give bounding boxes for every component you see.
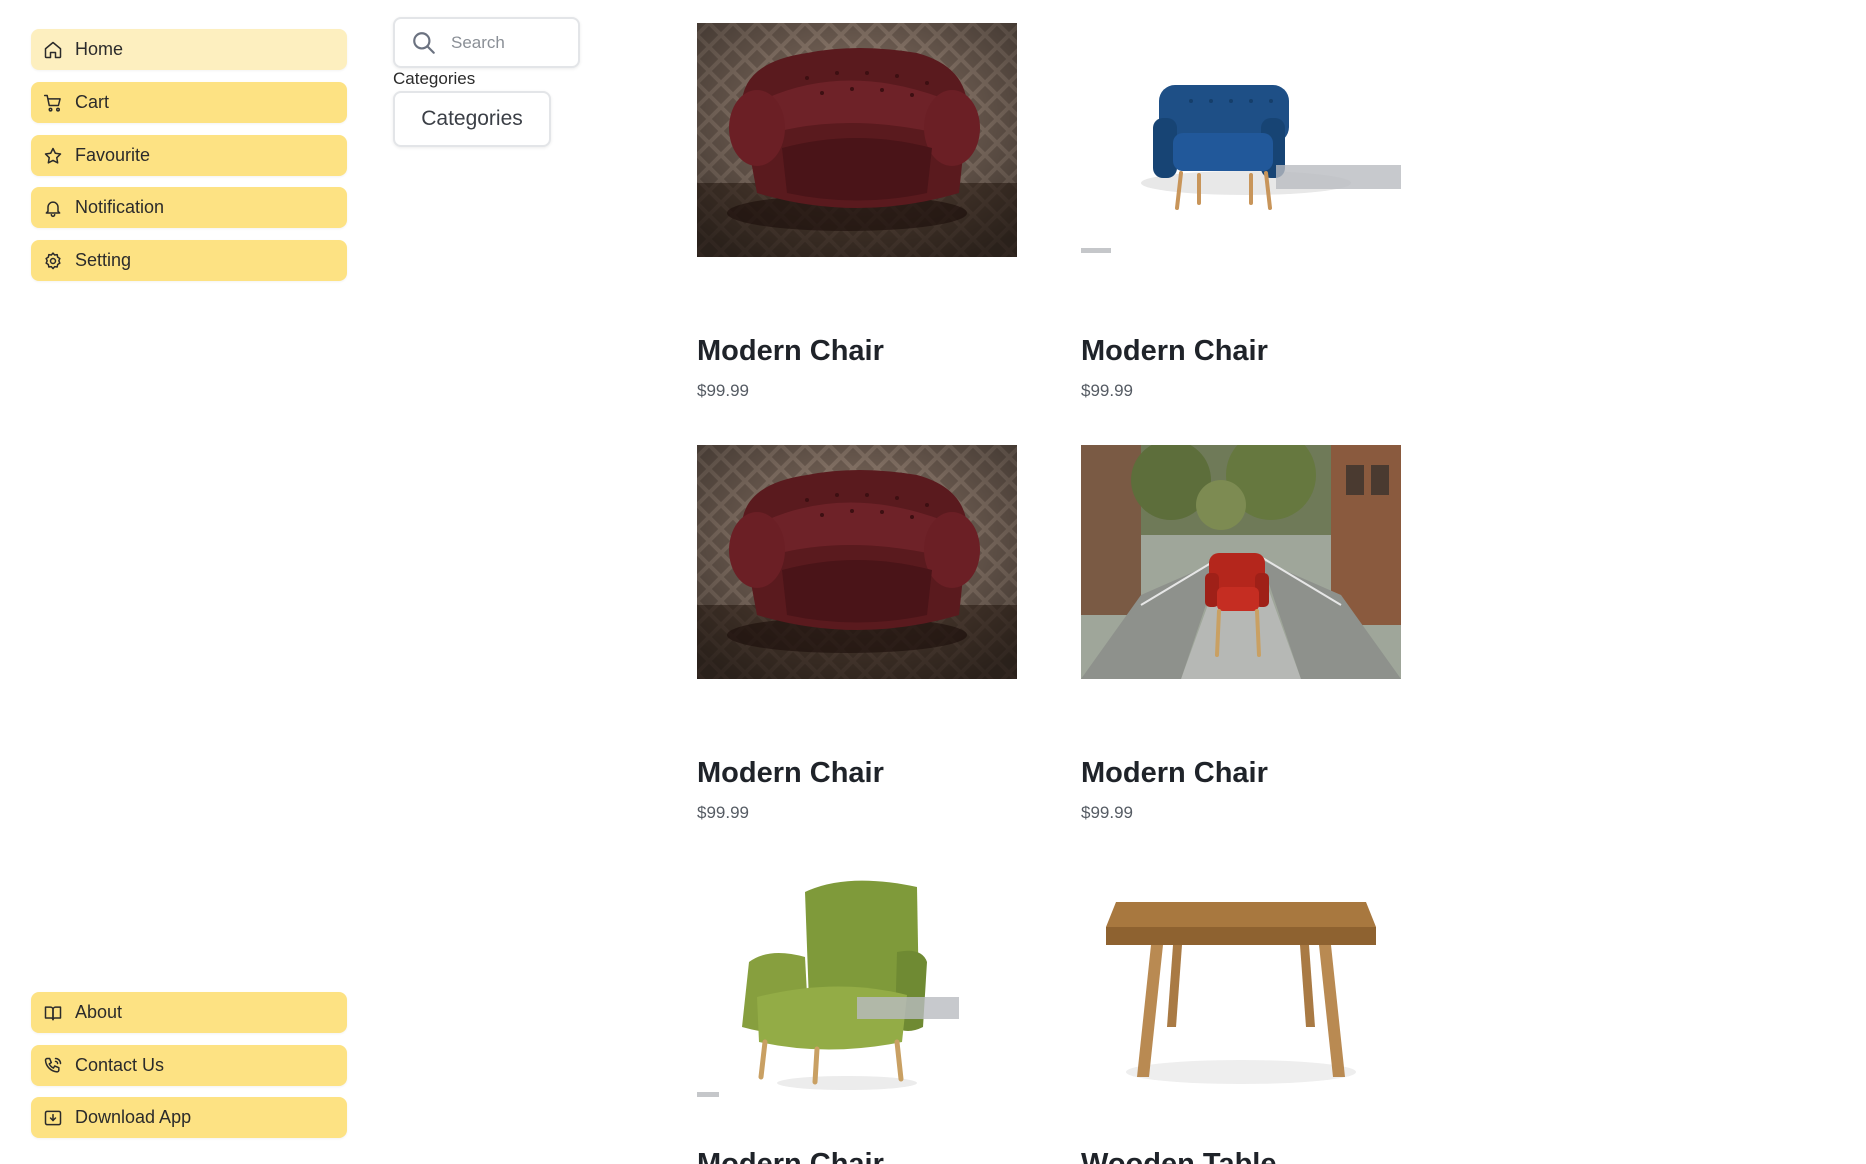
search-input[interactable] <box>451 32 561 53</box>
search-icon <box>413 31 435 54</box>
product-image <box>1081 445 1401 679</box>
sidebar-item-contact-us[interactable]: Contact Us <box>31 1045 347 1086</box>
search-box <box>393 17 580 68</box>
product-image <box>697 867 1017 1101</box>
categories-label: Categories <box>393 69 476 88</box>
sidebar-item-about[interactable]: About <box>31 992 347 1033</box>
product-price: $99.99 <box>697 381 749 400</box>
star-icon <box>41 144 65 168</box>
sidebar-item-setting[interactable]: Setting <box>31 240 347 281</box>
product-price: $99.99 <box>1081 381 1133 400</box>
phone-icon <box>41 1054 65 1078</box>
product-price: $99.99 <box>1081 803 1133 822</box>
sidebar-item-cart[interactable]: Cart <box>31 82 347 123</box>
product-image <box>1081 23 1401 257</box>
sidebar-item-label: About <box>75 1002 123 1022</box>
sidebar-item-label: Cart <box>75 92 110 112</box>
sidebar-item-home[interactable]: Home <box>31 29 347 70</box>
product-image <box>697 445 1017 679</box>
sidebar-item-label: Notification <box>75 197 165 217</box>
sidebar-item-label: Download App <box>75 1107 192 1127</box>
product-name: Wooden Table <box>1081 1148 1277 1164</box>
product-image <box>697 23 1017 257</box>
product-name: Modern Chair <box>697 335 884 367</box>
product-card[interactable]: Modern Chair $99.99 <box>1081 445 1401 822</box>
sidebar-item-favourite[interactable]: Favourite <box>31 135 347 176</box>
product-price: $99.99 <box>697 803 749 822</box>
bell-icon <box>41 196 65 220</box>
sidebar-item-label: Home <box>75 39 124 59</box>
sidebar-item-download-app[interactable]: Download App <box>31 1097 347 1138</box>
product-card[interactable]: Modern Chair $99.99 <box>1081 23 1401 400</box>
product-card[interactable]: Modern Chair $99.99 <box>697 445 1017 822</box>
sidebar-item-label: Favourite <box>75 145 151 165</box>
product-name: Modern Chair <box>1081 757 1268 789</box>
product-name: Modern Chair <box>1081 335 1268 367</box>
product-name: Modern Chair <box>697 1148 884 1164</box>
sidebar-item-label: Setting <box>75 250 132 270</box>
sidebar-item-notification[interactable]: Notification <box>31 187 347 228</box>
product-card[interactable]: Modern Chair $99.99 <box>697 23 1017 400</box>
home-icon <box>41 38 65 62</box>
product-name: Modern Chair <box>697 757 884 789</box>
cart-icon <box>41 91 65 115</box>
product-image <box>1081 867 1401 1101</box>
download-icon <box>41 1106 65 1130</box>
sidebar-item-label: Contact Us <box>75 1055 165 1075</box>
book-icon <box>41 1001 65 1025</box>
categories-button[interactable]: Categories <box>393 91 551 147</box>
gear-icon <box>41 249 65 273</box>
